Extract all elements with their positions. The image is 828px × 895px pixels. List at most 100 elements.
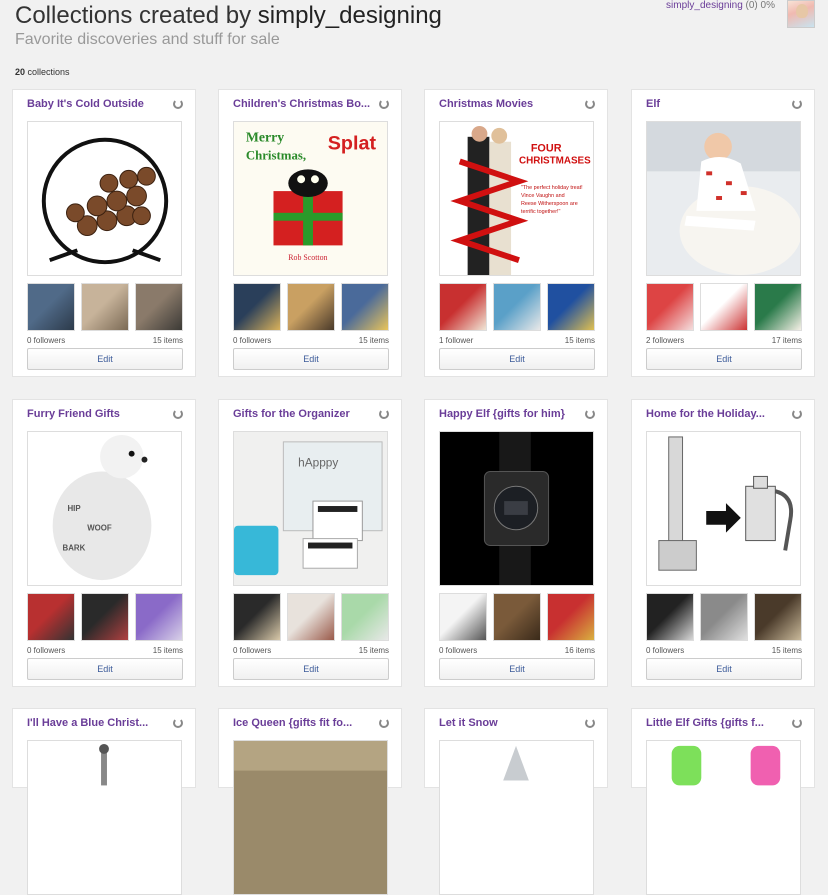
refresh-icon[interactable] (585, 718, 595, 728)
items-count: 17 items (771, 336, 802, 345)
collection-thumbnail[interactable] (754, 593, 802, 641)
svg-text:terrific together!": terrific together!" (521, 209, 561, 215)
user-info: simply_designing (0) 0% (666, 0, 775, 11)
collection-thumbnail[interactable] (439, 283, 487, 331)
collection-main-image[interactable] (439, 431, 594, 586)
collection-main-image[interactable] (439, 740, 594, 895)
title-username: simply_designing (257, 2, 442, 29)
collection-main-image[interactable] (27, 121, 182, 276)
followers-count: 0 followers (27, 646, 66, 655)
collection-thumbnail[interactable] (700, 283, 748, 331)
refresh-icon[interactable] (792, 409, 802, 419)
collection-card[interactable]: Baby It's Cold Outside 0 followers 15 it… (12, 89, 196, 377)
collection-thumbnail[interactable] (547, 283, 595, 331)
collection-main-image[interactable] (233, 740, 388, 895)
edit-button[interactable]: Edit (27, 658, 183, 680)
collection-card[interactable]: Happy Elf {gifts for him} 0 followers 16… (424, 399, 608, 687)
collection-thumbnail[interactable] (547, 593, 595, 641)
refresh-icon[interactable] (792, 99, 802, 109)
collection-thumbnail[interactable] (233, 593, 281, 641)
edit-button[interactable]: Edit (233, 348, 389, 370)
collection-thumbnail[interactable] (700, 593, 748, 641)
collection-thumbnail[interactable] (341, 283, 389, 331)
collection-thumbnail[interactable] (439, 593, 487, 641)
collection-main-image[interactable]: Merry Christmas, Splat Rob Scotton (233, 121, 388, 276)
collection-thumbnail[interactable] (135, 593, 183, 641)
collection-thumbnail[interactable] (341, 593, 389, 641)
collection-thumbnail[interactable] (754, 283, 802, 331)
refresh-icon[interactable] (173, 409, 183, 419)
collection-thumbnails (439, 283, 595, 331)
edit-button[interactable]: Edit (439, 348, 595, 370)
collection-title[interactable]: Elf (646, 98, 786, 110)
collection-thumbnail[interactable] (646, 283, 694, 331)
collection-main-image[interactable]: FOUR CHRISTMASES "The perfect holiday tr… (439, 121, 594, 276)
collection-title[interactable]: Furry Friend Gifts (27, 408, 167, 420)
svg-text:Splat: Splat (328, 133, 377, 155)
svg-text:hApppy: hApppy (298, 456, 338, 470)
collection-thumbnail[interactable] (135, 283, 183, 331)
collection-title[interactable]: Let it Snow (439, 717, 579, 729)
collection-card[interactable]: Christmas Movies FOUR CHRISTMASES "The p… (424, 89, 608, 377)
refresh-icon[interactable] (379, 718, 389, 728)
svg-text:CHRISTMASES: CHRISTMASES (519, 155, 591, 166)
collection-card[interactable]: I'll Have a Blue Christ... (12, 708, 196, 895)
collection-thumbnail[interactable] (493, 593, 541, 641)
collection-card[interactable]: Let it Snow (424, 708, 608, 895)
collection-thumbnail[interactable] (287, 283, 335, 331)
collection-title[interactable]: I'll Have a Blue Christ... (27, 717, 167, 729)
followers-count: 2 followers (646, 336, 685, 345)
refresh-icon[interactable] (173, 718, 183, 728)
collection-title[interactable]: Ice Queen {gifts fit fo... (233, 717, 373, 729)
collection-thumbnail[interactable] (233, 283, 281, 331)
collection-count-label: collections (25, 67, 70, 77)
collection-title[interactable]: Gifts for the Organizer (233, 408, 373, 420)
collection-title[interactable]: Christmas Movies (439, 98, 579, 110)
edit-button[interactable]: Edit (439, 658, 595, 680)
collection-main-image[interactable] (646, 740, 801, 895)
refresh-icon[interactable] (585, 409, 595, 419)
svg-text:Vince Vaughn and: Vince Vaughn and (521, 193, 565, 199)
svg-text:BARK: BARK (63, 543, 86, 552)
collection-title[interactable]: Baby It's Cold Outside (27, 98, 167, 110)
collection-card[interactable]: Ice Queen {gifts fit fo... (218, 708, 402, 895)
collection-thumbnail[interactable] (27, 593, 75, 641)
collection-thumbnail[interactable] (81, 593, 129, 641)
collection-title[interactable]: Happy Elf {gifts for him} (439, 408, 579, 420)
collection-thumbnail[interactable] (646, 593, 694, 641)
collection-thumbnail[interactable] (81, 283, 129, 331)
refresh-icon[interactable] (585, 99, 595, 109)
edit-button[interactable]: Edit (646, 658, 802, 680)
collection-main-image[interactable] (646, 431, 801, 586)
edit-button[interactable]: Edit (233, 658, 389, 680)
book-title-line1: Merry (246, 130, 284, 145)
edit-button[interactable]: Edit (27, 348, 183, 370)
collection-thumbnail[interactable] (27, 283, 75, 331)
collection-title[interactable]: Little Elf Gifts {gifts f... (646, 717, 786, 729)
collection-card[interactable]: Little Elf Gifts {gifts f... (631, 708, 815, 895)
collection-title[interactable]: Home for the Holiday... (646, 408, 786, 420)
collection-card[interactable]: Children's Christmas Bo... Merry Christm… (218, 89, 402, 377)
collection-thumbnail[interactable] (493, 283, 541, 331)
collection-main-image[interactable] (646, 121, 801, 276)
refresh-icon[interactable] (173, 99, 183, 109)
items-count: 15 items (152, 336, 183, 345)
refresh-icon[interactable] (379, 409, 389, 419)
username-link[interactable]: simply_designing (666, 0, 743, 11)
collection-main-image[interactable]: hApppy (233, 431, 388, 586)
refresh-icon[interactable] (379, 99, 389, 109)
followers-count: 0 followers (27, 336, 66, 345)
collection-main-image[interactable]: HIP WOOF BARK (27, 431, 182, 586)
refresh-icon[interactable] (792, 718, 802, 728)
collection-main-image[interactable] (27, 740, 182, 895)
collection-card[interactable]: Home for the Holiday... 0 followers 15 i… (631, 399, 815, 687)
edit-button[interactable]: Edit (646, 348, 802, 370)
collection-card[interactable]: Elf 2 followers 17 items Edit (631, 89, 815, 377)
followers-count: 0 followers (233, 646, 272, 655)
items-count: 15 items (564, 336, 595, 345)
collection-card[interactable]: Furry Friend Gifts HIP WOOF BARK 0 followe… (12, 399, 196, 687)
collection-card[interactable]: Gifts for the Organizer hApppy 0 followe… (218, 399, 402, 687)
collection-title[interactable]: Children's Christmas Bo... (233, 98, 373, 110)
collection-thumbnail[interactable] (287, 593, 335, 641)
avatar[interactable] (787, 0, 815, 28)
